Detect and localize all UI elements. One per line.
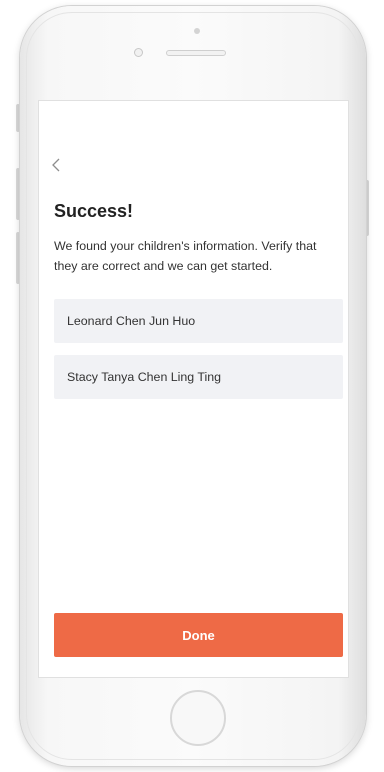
page-title: Success! xyxy=(54,201,134,221)
children-list: Leonard Chen Jun Huo Stacy Tanya Chen Li… xyxy=(54,299,343,411)
chevron-left-icon xyxy=(51,157,71,173)
child-name: Stacy Tanya Chen Ling Ting xyxy=(67,370,222,384)
child-list-item[interactable]: Leonard Chen Jun Huo xyxy=(54,299,343,343)
verification-message: We found your children's information. Ve… xyxy=(54,239,317,273)
device-frame-stage: Success! We found your children's inform… xyxy=(0,0,384,772)
earpiece-speaker xyxy=(166,50,226,56)
app-screen: Success! We found your children's inform… xyxy=(38,100,349,678)
front-camera xyxy=(134,48,143,57)
proximity-sensor xyxy=(194,28,200,34)
back-button[interactable] xyxy=(51,157,71,179)
done-button[interactable]: Done xyxy=(54,613,343,657)
child-name: Leonard Chen Jun Huo xyxy=(67,314,196,328)
child-list-item[interactable]: Stacy Tanya Chen Ling Ting xyxy=(54,355,343,399)
home-button[interactable] xyxy=(170,690,226,746)
